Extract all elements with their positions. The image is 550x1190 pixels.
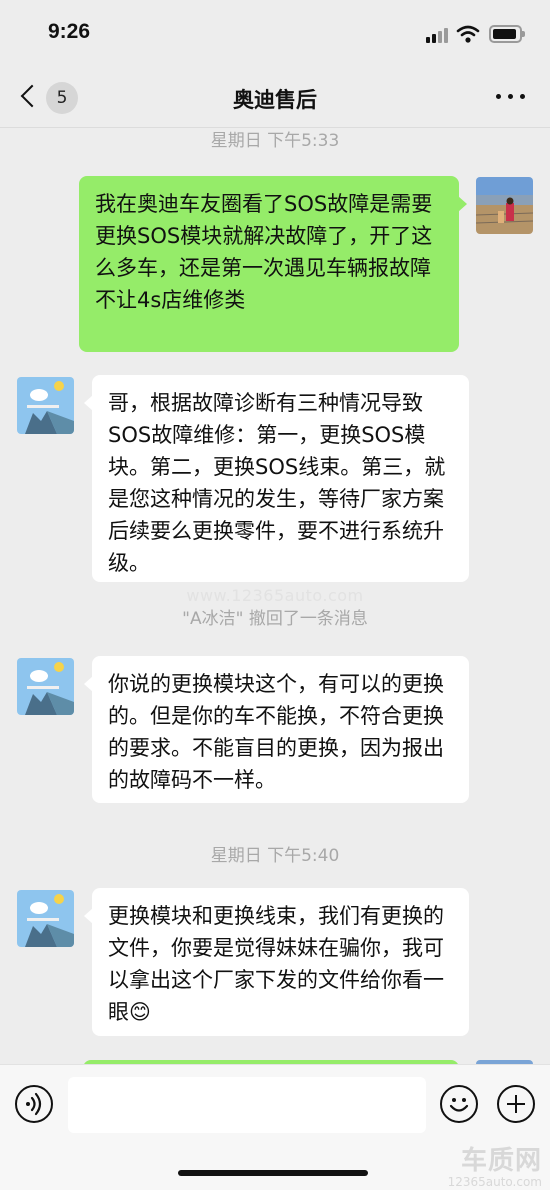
timestamp: 星期日 下午5:33 xyxy=(210,131,340,151)
chat-title: 奥迪售后 xyxy=(233,88,317,112)
more-button[interactable] xyxy=(494,86,528,106)
watermark-logo: 车质网 12365auto.com xyxy=(448,1140,542,1189)
watermark-logo-text: 车质网 xyxy=(460,1146,542,1176)
watermark-text: www.12365auto.com xyxy=(186,586,364,605)
chat-screen: 9:26 5 奥迪售后 星期日 下午5:33 我在奥迪车友圈看了SOS故障是需要… xyxy=(0,0,550,1190)
agent-avatar[interactable] xyxy=(17,890,74,947)
more-icon xyxy=(496,94,501,99)
message-input[interactable] xyxy=(68,1077,426,1133)
signal-icon xyxy=(426,27,450,43)
recall-notice: "A冰洁" 撤回了一条消息 xyxy=(182,609,368,629)
voice-button[interactable] xyxy=(15,1085,53,1123)
timestamp: 星期日 下午5:40 xyxy=(210,846,340,866)
watermark-logo-url: 12365auto.com xyxy=(447,1175,542,1189)
user-avatar[interactable] xyxy=(476,177,533,234)
message-bubble-incoming[interactable]: 更换模块和更换线束，我们有更换的文件，你要是觉得妹妹在骗你，我可以拿出这个厂家下… xyxy=(84,888,469,1036)
message-bubble-outgoing[interactable]: 我在奥迪车友圈看了SOS故障是需要更换SOS模块就解决故障了，开了这么多车，还是… xyxy=(79,176,467,352)
emoji-icon xyxy=(449,1098,469,1112)
battery-icon xyxy=(489,25,525,43)
message-bubble-incoming[interactable]: 你说的更换模块这个，有可以的更换的。但是你的车不能换，不符合更换的要求。不能盲目… xyxy=(84,656,469,803)
nav-bar: 5 奥迪售后 xyxy=(0,70,550,128)
wifi-icon xyxy=(456,25,480,43)
status-bar: 9:26 xyxy=(0,0,550,70)
agent-avatar[interactable] xyxy=(17,658,74,715)
voice-icon xyxy=(26,1092,42,1116)
message-bubble-incoming[interactable]: 哥，根据故障诊断有三种情况导致SOS故障维修：第一，更换SOS模块。第二，更换S… xyxy=(84,375,469,582)
emoji-button[interactable] xyxy=(440,1085,478,1123)
status-time: 9:26 xyxy=(48,20,91,43)
plus-button[interactable] xyxy=(497,1085,535,1123)
home-indicator xyxy=(178,1170,368,1176)
agent-avatar[interactable] xyxy=(17,377,74,434)
